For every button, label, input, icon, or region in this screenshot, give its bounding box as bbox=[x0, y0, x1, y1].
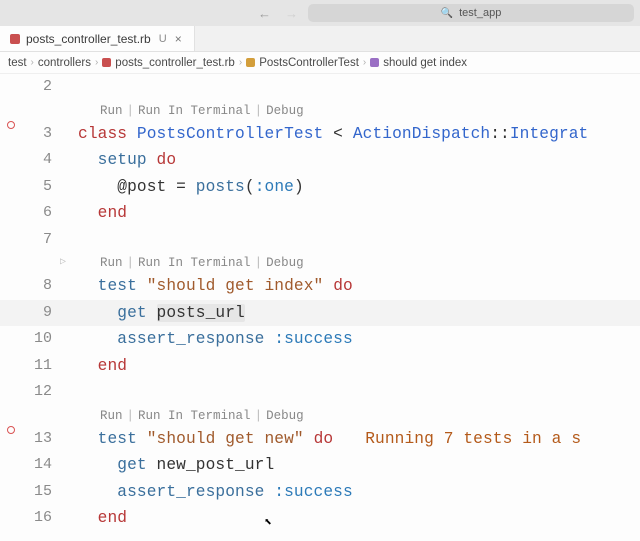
code-line[interactable]: 14 get new_post_url bbox=[0, 452, 640, 479]
line-number: 7 bbox=[22, 227, 58, 254]
code-content: assert_response :success bbox=[78, 326, 353, 353]
code-content: setup do bbox=[78, 147, 176, 174]
codelens-run-terminal[interactable]: Run In Terminal bbox=[138, 406, 251, 426]
code-line[interactable]: 8 test "should get index" do bbox=[0, 273, 640, 300]
codelens-run-terminal[interactable]: Run In Terminal bbox=[138, 101, 251, 121]
line-number: 8 bbox=[22, 273, 58, 300]
method-symbol-icon bbox=[370, 58, 379, 67]
line-number: 12 bbox=[22, 379, 58, 406]
code-content: end bbox=[78, 200, 127, 227]
code-line-current[interactable]: 9 get posts_url ⬉ bbox=[0, 300, 640, 327]
test-run-status: Running 7 tests in a s bbox=[365, 430, 581, 448]
codelens-run[interactable]: Run bbox=[100, 253, 123, 273]
code-line[interactable]: 15 assert_response :success bbox=[0, 479, 640, 506]
code-line[interactable]: 13 test "should get new" doRunning 7 tes… bbox=[0, 426, 640, 453]
codelens-sep: | bbox=[123, 101, 139, 121]
tab-close-icon[interactable]: × bbox=[173, 32, 184, 46]
breadcrumb-method[interactable]: should get index bbox=[383, 57, 467, 69]
code-line[interactable]: 3 class PostsControllerTest < ActionDisp… bbox=[0, 121, 640, 148]
line-number: 6 bbox=[22, 200, 58, 227]
line-number: 10 bbox=[22, 326, 58, 353]
codelens-debug[interactable]: Debug bbox=[266, 253, 304, 273]
line-number: 16 bbox=[22, 505, 58, 532]
breakpoint-unverified-icon[interactable] bbox=[7, 121, 15, 129]
chevron-right-icon: › bbox=[239, 57, 242, 68]
line-number: 9 bbox=[22, 300, 58, 327]
run-gutter-icon[interactable]: ▷ bbox=[60, 253, 66, 273]
code-line[interactable]: 16 end bbox=[0, 505, 640, 532]
line-number: 3 bbox=[22, 121, 58, 148]
breakpoint-gutter[interactable] bbox=[0, 426, 22, 434]
command-center-search[interactable]: 🔍 test_app bbox=[308, 4, 634, 22]
codelens-debug[interactable]: Debug bbox=[266, 101, 304, 121]
codelens-sep: | bbox=[251, 101, 267, 121]
line-number: 4 bbox=[22, 147, 58, 174]
code-content: get new_post_url bbox=[78, 452, 274, 479]
line-number: 5 bbox=[22, 174, 58, 201]
codelens-sep: | bbox=[251, 253, 267, 273]
code-line[interactable]: 2 bbox=[0, 74, 640, 101]
codelens-run-terminal[interactable]: Run In Terminal bbox=[138, 253, 251, 273]
codelens-run[interactable]: Run bbox=[100, 101, 123, 121]
code-content: test "should get index" do bbox=[78, 273, 353, 300]
code-content: class PostsControllerTest < ActionDispat… bbox=[78, 121, 588, 148]
search-icon: 🔍 bbox=[441, 8, 453, 19]
line-number: 13 bbox=[22, 426, 58, 453]
breadcrumb-file[interactable]: posts_controller_test.rb bbox=[115, 57, 235, 69]
line-number: 11 bbox=[22, 353, 58, 380]
tab-posts-controller-test[interactable]: posts_controller_test.rb U × bbox=[0, 26, 195, 51]
code-content: end bbox=[78, 353, 127, 380]
code-line[interactable]: 7 bbox=[0, 227, 640, 254]
nav-arrows: ← → bbox=[258, 6, 298, 21]
ruby-file-icon bbox=[10, 34, 20, 44]
breadcrumb-class[interactable]: PostsControllerTest bbox=[259, 57, 359, 69]
codelens-row: Run | Run In Terminal | Debug bbox=[0, 406, 640, 426]
ruby-file-icon bbox=[102, 58, 111, 67]
codelens-run[interactable]: Run bbox=[100, 406, 123, 426]
line-number: 2 bbox=[22, 74, 58, 101]
code-line[interactable]: 11 end bbox=[0, 353, 640, 380]
class-symbol-icon bbox=[246, 58, 255, 67]
breakpoint-gutter[interactable] bbox=[0, 121, 22, 129]
code-content: test "should get new" doRunning 7 tests … bbox=[78, 426, 581, 453]
code-line[interactable]: 10 assert_response :success bbox=[0, 326, 640, 353]
chevron-right-icon: › bbox=[363, 57, 366, 68]
codelens-row: ▷ Run | Run In Terminal | Debug bbox=[0, 253, 640, 273]
codelens-sep: | bbox=[251, 406, 267, 426]
code-line[interactable]: 4 setup do bbox=[0, 147, 640, 174]
breadcrumb-folder[interactable]: test bbox=[8, 57, 27, 69]
breadcrumb: test › controllers › posts_controller_te… bbox=[0, 52, 640, 74]
code-content: assert_response :success bbox=[78, 479, 353, 506]
line-number: 14 bbox=[22, 452, 58, 479]
nav-back-icon[interactable]: ← bbox=[258, 6, 271, 21]
editor[interactable]: 2 Run | Run In Terminal | Debug 3 class … bbox=[0, 74, 640, 541]
titlebar: ← → 🔍 test_app bbox=[0, 0, 640, 26]
tab-vcs-status: U bbox=[159, 33, 167, 45]
codelens-sep: | bbox=[123, 406, 139, 426]
chevron-right-icon: › bbox=[31, 57, 34, 68]
code-content: @post = posts(:one) bbox=[78, 174, 304, 201]
codelens-sep: | bbox=[123, 253, 139, 273]
code-line[interactable]: 12 bbox=[0, 379, 640, 406]
code-line[interactable]: 6 end bbox=[0, 200, 640, 227]
breakpoint-unverified-icon[interactable] bbox=[7, 426, 15, 434]
line-number: 15 bbox=[22, 479, 58, 506]
codelens-row: Run | Run In Terminal | Debug bbox=[0, 101, 640, 121]
tab-filename: posts_controller_test.rb bbox=[26, 32, 151, 46]
chevron-right-icon: › bbox=[95, 57, 98, 68]
nav-forward-icon[interactable]: → bbox=[285, 6, 298, 21]
code-content: get posts_url bbox=[78, 300, 245, 327]
code-line[interactable]: 5 @post = posts(:one) bbox=[0, 174, 640, 201]
code-content: end bbox=[78, 505, 127, 532]
search-label: test_app bbox=[459, 7, 501, 19]
codelens-debug[interactable]: Debug bbox=[266, 406, 304, 426]
breadcrumb-folder[interactable]: controllers bbox=[38, 57, 91, 69]
tabbar: posts_controller_test.rb U × bbox=[0, 26, 640, 52]
